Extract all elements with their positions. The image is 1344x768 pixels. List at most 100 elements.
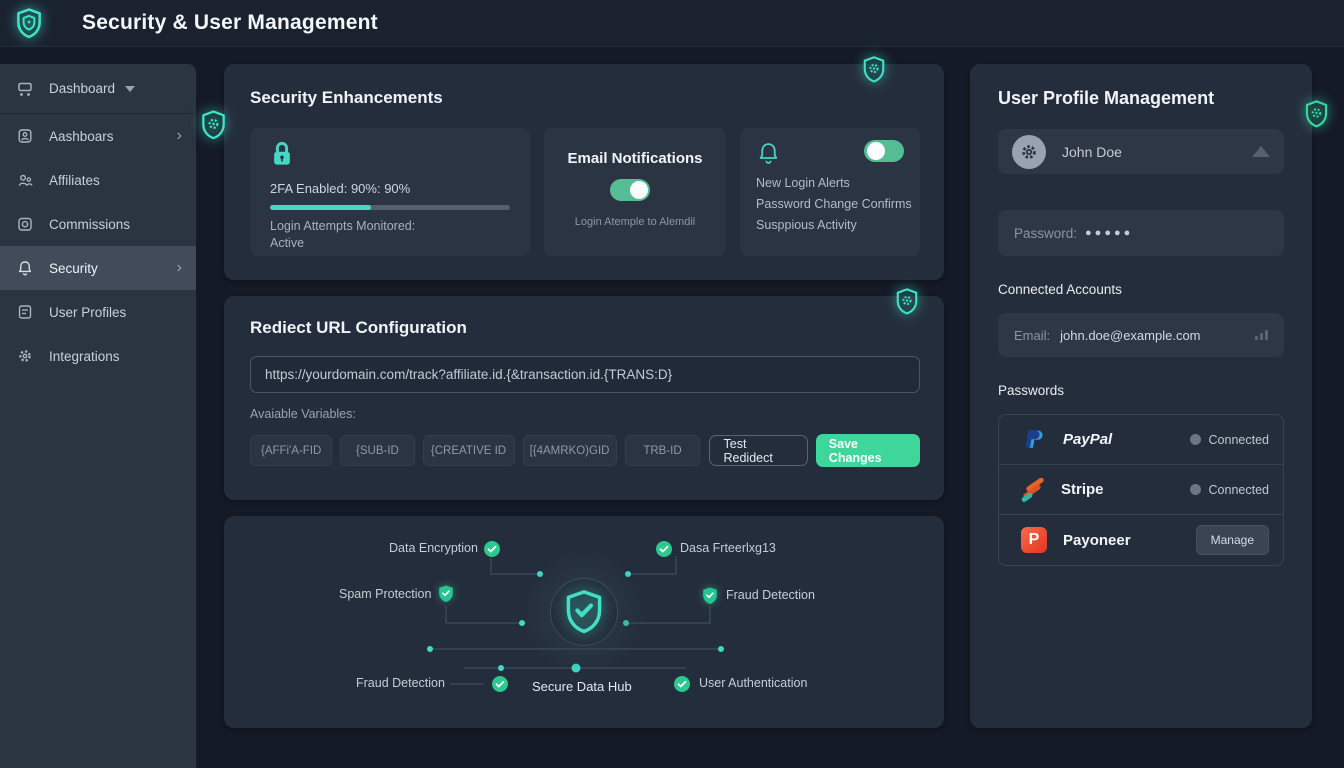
signal-bars-icon xyxy=(1255,330,1268,340)
sidebar-item-security[interactable]: Security › xyxy=(0,246,196,290)
variable-chip[interactable]: {SUB-ID xyxy=(340,435,414,466)
gear-icon xyxy=(16,347,34,365)
account-name: PayPal xyxy=(1063,431,1112,448)
shield-check-icon xyxy=(437,584,455,604)
manage-button[interactable]: Manage xyxy=(1196,525,1269,555)
check-circle-icon xyxy=(484,541,500,557)
sidebar: Dashboard Aashboars › Affiliates Commiss… xyxy=(0,64,196,768)
deco-shield-gear-icon xyxy=(1302,99,1331,130)
diagram-node-label: Fraud Detection xyxy=(356,676,445,690)
status-dot xyxy=(1190,434,1201,445)
twofa-progress-fill xyxy=(270,205,371,210)
upload-icon[interactable] xyxy=(1252,146,1270,157)
chevron-right-icon: › xyxy=(177,260,182,276)
variable-chip[interactable]: [{4AMRKO)GID xyxy=(523,435,617,466)
email-notifications-card: Email Notifications Login Atemple to Ale… xyxy=(544,128,726,256)
app-logo-shield-icon xyxy=(12,6,46,40)
check-circle-icon xyxy=(674,676,690,692)
bell-icon xyxy=(16,259,34,277)
diagram-node-label: Data Encryption xyxy=(389,541,478,555)
redirect-url-input[interactable]: https://yourdomain.com/track?affiliate.i… xyxy=(250,356,920,393)
alerts-toggle[interactable] xyxy=(864,140,904,162)
sidebar-item-label: User Profiles xyxy=(49,305,126,320)
sidebar-item-commissions[interactable]: Commissions xyxy=(0,202,196,246)
affiliates-icon xyxy=(16,171,34,189)
commissions-icon xyxy=(16,215,34,233)
sidebar-item-label: Commissions xyxy=(49,217,130,232)
sidebar-item-label: Affiliates xyxy=(49,173,100,188)
deco-shield-gear-icon xyxy=(860,55,888,85)
deco-shield-gear-icon xyxy=(198,109,229,142)
alerts-card: New Login Alerts Password Change Confirm… xyxy=(740,128,920,256)
password-label: Password: xyxy=(1014,226,1077,241)
twofa-status-text: 2FA Enabled: 90%: 90% xyxy=(270,181,510,196)
login-attempts-value: Active xyxy=(270,236,510,250)
user-badge-icon xyxy=(16,127,34,145)
twofa-progress-bar xyxy=(270,205,510,210)
account-row-stripe[interactable]: Stripe Connected xyxy=(999,465,1283,515)
panel-title: User Profile Management xyxy=(998,88,1284,109)
deco-shield-gear-icon xyxy=(893,287,921,317)
sidebar-item-label: Integrations xyxy=(49,349,120,364)
avatar xyxy=(1012,135,1046,169)
account-status: Connected xyxy=(1209,433,1269,447)
variable-chip[interactable]: TRB-ID xyxy=(625,435,701,466)
available-variables-label: Avaiable Variables: xyxy=(250,407,920,421)
lock-icon xyxy=(270,140,294,168)
email-notifications-toggle[interactable] xyxy=(610,179,650,201)
account-row-paypal[interactable]: PayPal Connected xyxy=(999,415,1283,465)
alert-line: Password Change Confirms xyxy=(756,197,904,211)
page-title: Security & User Management xyxy=(82,11,378,35)
account-name: Stripe xyxy=(1061,481,1104,498)
profile-name-row[interactable]: John Doe xyxy=(998,129,1284,174)
status-dot xyxy=(1190,484,1201,495)
diagram-node-label: User Authentication xyxy=(699,676,807,690)
panel-title: Security Enhancements xyxy=(250,88,920,108)
check-circle-icon xyxy=(656,541,672,557)
diagram-node-label: Dasa Frteerlxg13 xyxy=(680,541,776,555)
email-value: john.doe@example.com xyxy=(1060,328,1200,343)
sidebar-item-user-profiles[interactable]: User Profiles xyxy=(0,290,196,334)
diagram-node-label: Fraud Detection xyxy=(726,588,815,602)
stripe-icon xyxy=(1021,478,1045,502)
login-attempts-label: Login Attempts Monitored: xyxy=(270,219,510,233)
paypal-icon xyxy=(1021,427,1047,453)
check-circle-icon xyxy=(492,676,508,692)
sidebar-item-label: Security xyxy=(49,261,98,276)
shield-check-icon xyxy=(701,586,719,606)
passwords-heading: Passwords xyxy=(998,383,1284,398)
document-icon xyxy=(16,303,34,321)
connected-accounts-heading: Connected Accounts xyxy=(998,282,1284,297)
variable-chip[interactable]: {AFFi'A-FID xyxy=(250,435,332,466)
password-dots: ●●●●● xyxy=(1085,227,1133,239)
email-field[interactable]: Email: john.doe@example.com xyxy=(998,313,1284,357)
sidebar-item-affiliates[interactable]: Affiliates xyxy=(0,158,196,202)
account-name: Payoneer xyxy=(1063,532,1131,549)
user-profile-panel: User Profile Management John Doe Passwor… xyxy=(970,64,1312,728)
alert-line: Susppious Activity xyxy=(756,218,904,232)
email-label: Email: xyxy=(1014,328,1050,343)
twofa-card: 2FA Enabled: 90%: 90% Login Attempts Mon… xyxy=(250,128,530,256)
test-redirect-button[interactable]: Test Redidect xyxy=(709,435,808,466)
sidebar-item-dashboard[interactable]: Dashboard xyxy=(0,64,196,114)
save-changes-button[interactable]: Save Changes xyxy=(816,434,920,467)
variable-chip[interactable]: {CREATIVE ID xyxy=(423,435,515,466)
chevron-down-icon xyxy=(125,86,135,92)
redirect-url-panel: Rediect URL Configuration https://yourdo… xyxy=(224,296,944,500)
gear-avatar-icon xyxy=(1019,142,1039,162)
security-enhancements-panel: Security Enhancements 2FA Enabled: 90%: … xyxy=(224,64,944,280)
panel-title: Rediect URL Configuration xyxy=(250,318,920,338)
email-notifications-title: Email Notifications xyxy=(558,150,712,167)
secure-hub-shield-icon xyxy=(562,588,606,636)
sidebar-item-integrations[interactable]: Integrations xyxy=(0,334,196,378)
sidebar-item-aashboars[interactable]: Aashboars › xyxy=(0,114,196,158)
chevron-right-icon: › xyxy=(177,128,182,144)
account-status: Connected xyxy=(1209,483,1269,497)
alert-line: New Login Alerts xyxy=(756,176,904,190)
accounts-list: PayPal Connected Stripe Connected P Payo… xyxy=(998,414,1284,566)
diagram-node-label: Spam Protection xyxy=(339,587,431,601)
password-field[interactable]: Password: ●●●●● xyxy=(998,210,1284,256)
app-header: Security & User Management xyxy=(0,0,1344,47)
sidebar-item-label: Dashboard xyxy=(49,81,115,96)
account-row-payoneer[interactable]: P Payoneer Manage xyxy=(999,515,1283,565)
